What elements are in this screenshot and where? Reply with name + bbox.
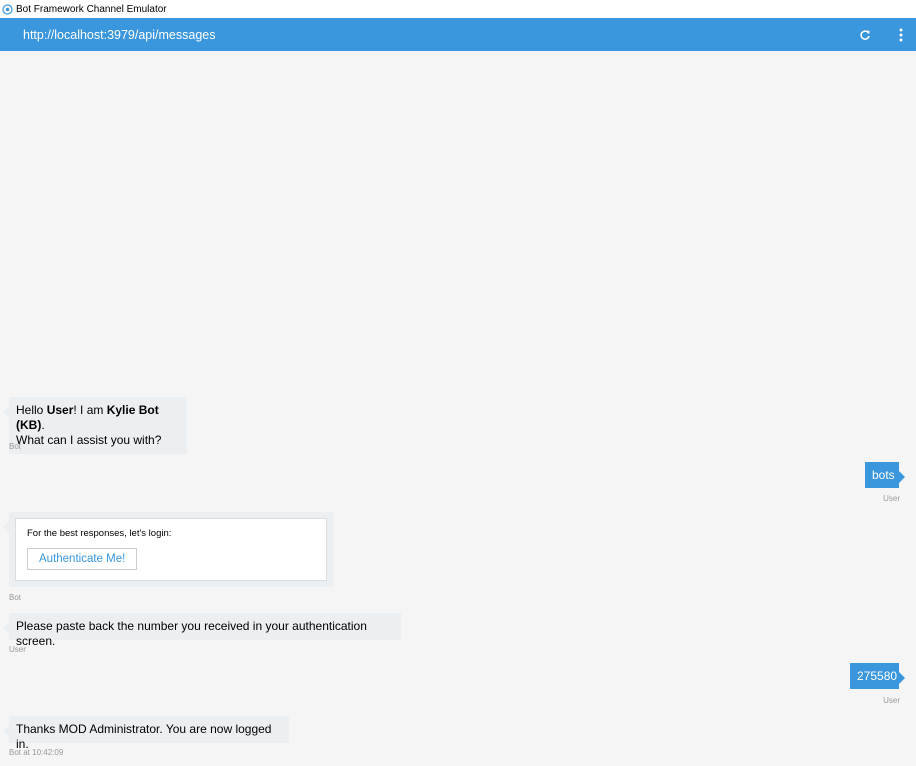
- user-message: bots: [865, 462, 905, 488]
- message-sender-label: User: [883, 696, 900, 705]
- authenticate-button[interactable]: Authenticate Me!: [27, 548, 138, 570]
- message-timestamp: Bot at 10:42:09: [9, 748, 64, 757]
- message-sender-label: User: [883, 494, 900, 503]
- message-sender-label: Bot: [9, 593, 22, 602]
- bot-message-logged-in: Thanks MOD Administrator. You are now lo…: [3, 716, 289, 751]
- user-name: User: [46, 403, 74, 417]
- endpoint-url[interactable]: http://localhost:3979/api/messages: [23, 28, 854, 42]
- greeting-line-2: What can I assist you with?: [16, 433, 162, 447]
- signin-card: For the best responses, let's login: Aut…: [15, 518, 327, 581]
- address-bar: http://localhost:3979/api/messages: [0, 18, 916, 51]
- card-text: For the best responses, let's login:: [27, 528, 172, 539]
- window-title: Bot Framework Channel Emulator: [16, 3, 167, 15]
- window-titlebar: Bot Framework Channel Emulator: [0, 0, 916, 18]
- message-sender-label: User: [9, 645, 26, 654]
- more-vertical-icon[interactable]: [890, 24, 912, 46]
- refresh-icon[interactable]: [854, 24, 876, 46]
- bot-message-greeting: Hello User! I am Kylie Bot (KB). What ca…: [3, 397, 187, 454]
- message-sender-label: Bot: [9, 442, 22, 451]
- user-message-code: 275580: [850, 663, 905, 689]
- bot-message-signin-card: For the best responses, let's login: Aut…: [3, 512, 333, 587]
- bot-message-paste-prompt: Please paste back the number you receive…: [3, 613, 401, 648]
- bot-framework-icon: [1, 3, 13, 15]
